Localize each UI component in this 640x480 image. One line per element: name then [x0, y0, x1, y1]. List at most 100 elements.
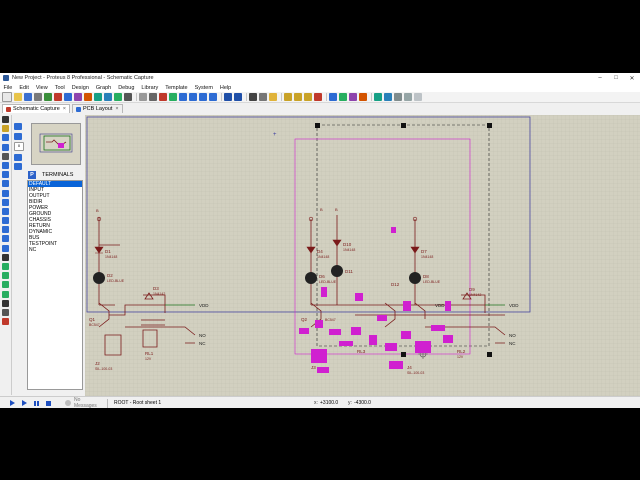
terminal-item[interactable]: NC [28, 247, 82, 253]
refresh-icon[interactable] [139, 93, 147, 101]
block-delete-icon[interactable] [314, 93, 322, 101]
selected-part[interactable] [415, 341, 431, 353]
block-rotate-icon[interactable] [304, 93, 312, 101]
menu-graph[interactable]: Graph [92, 85, 114, 91]
wire-autorouter-icon[interactable] [374, 93, 382, 101]
stop-simulation-icon[interactable] [46, 400, 51, 406]
block-copy-icon[interactable] [284, 93, 292, 101]
selected-part[interactable] [315, 320, 323, 328]
schematic-icon[interactable] [54, 93, 62, 101]
subcircuit-icon[interactable] [2, 171, 9, 179]
decompose-icon[interactable] [359, 93, 367, 101]
selected-part[interactable] [317, 367, 329, 373]
source-code-icon[interactable] [114, 93, 122, 101]
rotation-angle-field[interactable]: 0 [14, 142, 24, 151]
selected-part[interactable] [391, 227, 396, 233]
tab-close-icon[interactable]: × [115, 106, 118, 112]
selected-part[interactable] [355, 293, 363, 301]
mirror-x-icon[interactable] [14, 153, 22, 161]
menu-debug[interactable]: Debug [115, 85, 138, 91]
right-led-d6[interactable] [305, 272, 317, 284]
schematic-svg[interactable]: + B D1 1N4148 D2 LED-BLUE Q1 BC547 D3 1N… [85, 115, 640, 396]
marker-icon[interactable] [2, 318, 9, 326]
mirror-y-icon[interactable] [14, 163, 22, 170]
selection-handle[interactable] [401, 123, 406, 128]
symbol-icon[interactable] [2, 308, 9, 316]
menu-design[interactable]: Design [68, 85, 92, 91]
selected-part[interactable] [431, 325, 445, 331]
grid-icon[interactable] [149, 93, 157, 101]
selected-part[interactable] [445, 301, 451, 311]
menu-view[interactable]: View [32, 85, 51, 91]
tab-close-icon[interactable]: × [63, 106, 66, 112]
bus-icon[interactable] [2, 161, 9, 169]
step-simulation-icon[interactable] [22, 400, 27, 406]
wire-label-icon[interactable] [2, 143, 9, 151]
circle-icon[interactable] [2, 272, 9, 280]
right-led-d8[interactable] [409, 272, 421, 284]
left-led-d2[interactable] [93, 272, 105, 284]
selected-part[interactable] [339, 341, 353, 346]
current-probe-icon[interactable] [2, 235, 9, 243]
selected-part[interactable] [369, 335, 377, 345]
pcb-icon[interactable] [64, 93, 72, 101]
gerber-icon[interactable] [84, 93, 92, 101]
messages-icon[interactable] [65, 400, 71, 406]
pan-icon[interactable] [169, 93, 177, 101]
messages-status[interactable]: No Messages [74, 397, 104, 408]
new-sheet-icon[interactable] [404, 93, 412, 101]
packaging-icon[interactable] [349, 93, 357, 101]
run-simulation-icon[interactable] [10, 400, 15, 406]
minimize-button[interactable]: – [592, 73, 608, 83]
selected-part[interactable] [389, 361, 403, 369]
menu-tool[interactable]: Tool [51, 85, 68, 91]
voltage-probe-icon[interactable] [2, 226, 9, 234]
design-explorer-icon[interactable] [94, 93, 102, 101]
block-move-icon[interactable] [294, 93, 302, 101]
selection-handle[interactable] [487, 352, 492, 357]
paste-icon[interactable] [269, 93, 277, 101]
right-led-d11[interactable] [331, 265, 343, 277]
cut-icon[interactable] [249, 93, 257, 101]
zoom-in-icon[interactable] [179, 93, 187, 101]
make-device-icon[interactable] [339, 93, 347, 101]
selected-part[interactable] [299, 328, 309, 334]
generator-icon[interactable] [2, 217, 9, 225]
graph-mode-icon[interactable] [2, 198, 9, 206]
text-script-icon[interactable] [2, 152, 9, 160]
selected-part[interactable] [443, 335, 453, 343]
pick-device-icon[interactable] [329, 93, 337, 101]
pick-devices-button[interactable]: P [28, 171, 36, 179]
selection-handle[interactable] [315, 123, 320, 128]
menu-template[interactable]: Template [162, 85, 191, 91]
property-tool-icon[interactable] [394, 93, 402, 101]
menu-library[interactable]: Library [138, 85, 162, 91]
search-tag-icon[interactable] [384, 93, 392, 101]
pause-simulation-icon[interactable] [34, 400, 39, 406]
terminals-mode-icon[interactable] [2, 180, 9, 188]
selected-part[interactable] [401, 331, 411, 339]
close-project-icon[interactable] [34, 93, 42, 101]
selected-part[interactable] [321, 287, 327, 297]
home-icon[interactable] [44, 93, 52, 101]
junction-dot-icon[interactable] [2, 134, 9, 142]
menu-system[interactable]: System [191, 85, 216, 91]
virtual-instrument-icon[interactable] [2, 244, 9, 252]
redo-icon[interactable] [234, 93, 242, 101]
rotate-anticlockwise-icon[interactable] [14, 132, 22, 140]
menu-help[interactable]: Help [216, 85, 234, 91]
bom-icon[interactable] [104, 93, 112, 101]
selected-part[interactable] [311, 349, 327, 363]
copy-icon[interactable] [259, 93, 267, 101]
menu-file[interactable]: File [0, 85, 16, 91]
new-project-icon[interactable] [2, 92, 12, 102]
overview-window[interactable] [31, 123, 81, 165]
3d-view-icon[interactable] [74, 93, 82, 101]
tab-schematic-capture[interactable]: Schematic Capture × [2, 104, 70, 113]
selection-mode-icon[interactable] [2, 116, 9, 123]
close-button[interactable]: ✕ [624, 73, 640, 83]
rotate-clockwise-icon[interactable] [14, 123, 22, 130]
maximize-button[interactable]: □ [608, 73, 624, 83]
tape-recorder-icon[interactable] [2, 207, 9, 215]
device-pins-icon[interactable] [2, 189, 9, 197]
